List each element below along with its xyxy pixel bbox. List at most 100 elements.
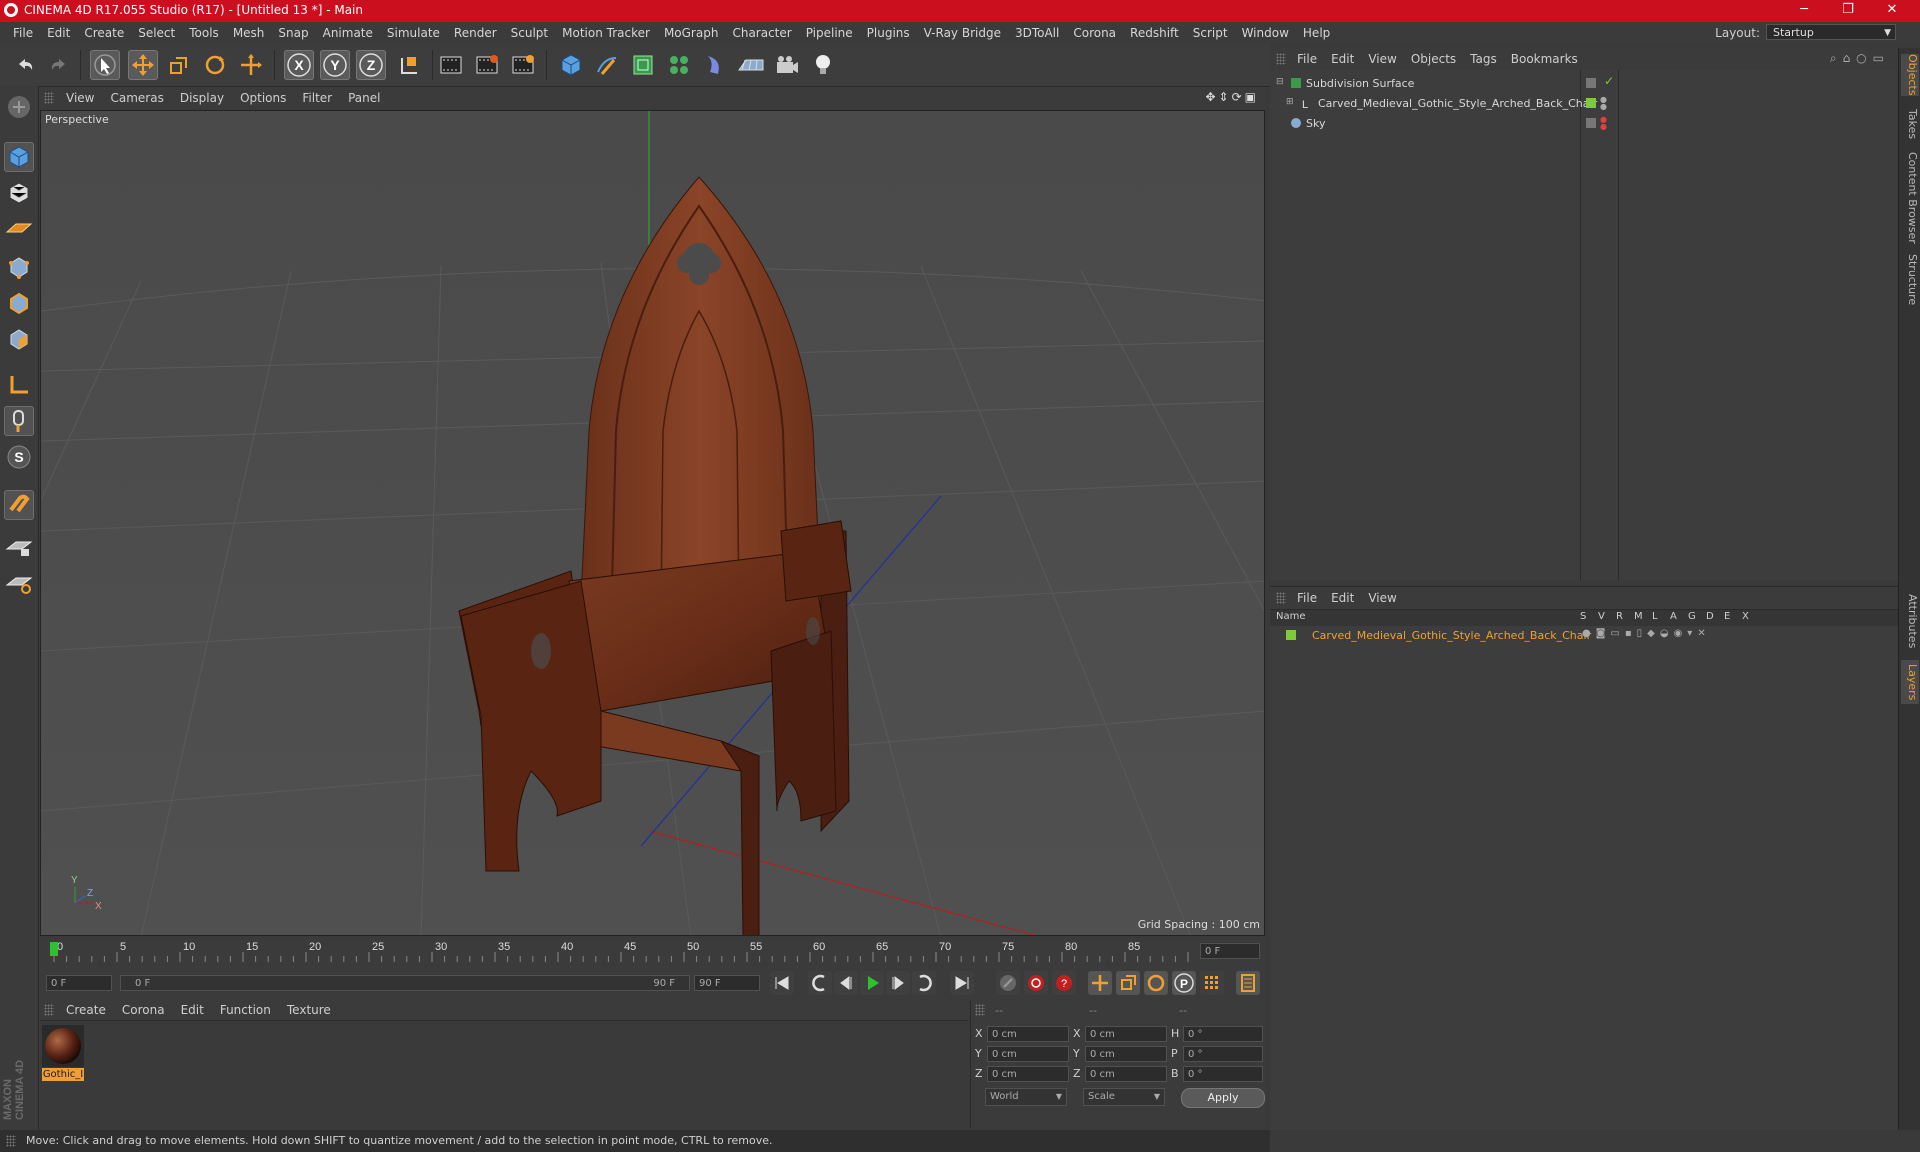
layer-menu-file[interactable]: File <box>1290 587 1324 609</box>
apply-button[interactable]: Apply <box>1181 1088 1265 1108</box>
rotation-p-field[interactable]: 0 ° <box>1183 1046 1263 1062</box>
size-mode-dropdown[interactable]: Scale ▼ <box>1083 1088 1165 1106</box>
light-icon[interactable] <box>808 50 838 80</box>
menu-file[interactable]: File <box>6 22 40 44</box>
edit-render-settings-icon[interactable] <box>508 50 538 80</box>
size-z-field[interactable]: 0 cm <box>1085 1066 1167 1082</box>
viewport-menu-cameras[interactable]: Cameras <box>102 88 171 108</box>
playhead-marker[interactable] <box>50 942 58 956</box>
timeline-ruler[interactable]: 051015202530354045505560657075808590 0 F <box>40 938 1265 964</box>
deformer-icon[interactable] <box>700 50 730 80</box>
floor-icon[interactable] <box>736 50 766 80</box>
x-axis-icon[interactable]: X <box>284 50 314 80</box>
record-keys-icon[interactable] <box>996 971 1020 995</box>
live-select-icon[interactable] <box>90 50 120 80</box>
position-z-field[interactable]: 0 cm <box>987 1066 1069 1082</box>
menu-script[interactable]: Script <box>1186 22 1235 44</box>
go-to-start-icon[interactable] <box>770 971 794 995</box>
previous-frame-icon[interactable] <box>834 971 858 995</box>
rotation-b-field[interactable]: 0 ° <box>1183 1066 1263 1082</box>
key-position-icon[interactable] <box>1088 971 1112 995</box>
expand-icon[interactable]: ⊞ <box>1286 97 1294 107</box>
size-x-field[interactable]: 0 cm <box>1085 1026 1167 1042</box>
menu-sculpt[interactable]: Sculpt <box>504 22 555 44</box>
key-pla-icon[interactable] <box>1200 971 1224 995</box>
viewport-menu-filter[interactable]: Filter <box>294 88 340 108</box>
menu-edit[interactable]: Edit <box>40 22 77 44</box>
previous-key-icon[interactable] <box>808 971 832 995</box>
menu-window[interactable]: Window <box>1235 22 1296 44</box>
object-menu-tags[interactable]: Tags <box>1463 48 1504 70</box>
render-picture-viewer-icon[interactable] <box>472 50 502 80</box>
key-parameter-icon[interactable]: P <box>1172 971 1196 995</box>
workplane-grid-icon[interactable] <box>4 568 34 598</box>
layer-menu-edit[interactable]: Edit <box>1324 587 1361 609</box>
object-row-chair[interactable]: ⊞ L Carved_Medieval_Gothic_Style_Arched_… <box>1270 94 1898 114</box>
menu-select[interactable]: Select <box>131 22 182 44</box>
subdivision-surface-icon[interactable] <box>628 50 658 80</box>
enabled-check-icon[interactable]: ✓ <box>1604 74 1614 88</box>
model-mode-icon[interactable] <box>4 142 34 172</box>
maximize-button[interactable]: ❐ <box>1826 0 1870 22</box>
polygons-mode-icon[interactable] <box>4 324 34 354</box>
menu-snap[interactable]: Snap <box>271 22 315 44</box>
solo-icon[interactable]: S <box>4 442 34 472</box>
layer-flag-icons[interactable]: ●◙▭▪▯◆◒◉▾✕ <box>1582 628 1711 639</box>
material-swatch[interactable]: Gothic_I <box>42 1025 84 1085</box>
z-axis-icon[interactable]: Z <box>356 50 386 80</box>
texture-mode-icon[interactable] <box>4 178 34 208</box>
size-y-field[interactable]: 0 cm <box>1085 1046 1167 1062</box>
snap-icon[interactable] <box>4 490 34 520</box>
frame-range-slider[interactable]: 0 F 90 F <box>120 975 690 991</box>
object-row-subdivision-surface[interactable]: ⊟ Subdivision Surface ✓ <box>1270 74 1898 94</box>
rotate-icon[interactable] <box>200 50 230 80</box>
menu-motion-tracker[interactable]: Motion Tracker <box>555 22 657 44</box>
current-frame-field[interactable]: 0 F <box>1200 943 1260 959</box>
viewport-menu-panel[interactable]: Panel <box>340 88 388 108</box>
minimize-button[interactable]: ─ <box>1782 0 1826 22</box>
menu-animate[interactable]: Animate <box>316 22 380 44</box>
undo-icon[interactable] <box>10 50 40 80</box>
lock-workplane-icon[interactable] <box>4 532 34 562</box>
close-button[interactable]: ✕ <box>1870 0 1914 22</box>
menu-create[interactable]: Create <box>77 22 131 44</box>
viewport-nav-icons[interactable]: ✥⇕⟳▣ <box>1205 90 1259 104</box>
points-mode-icon[interactable] <box>4 252 34 282</box>
play-icon[interactable] <box>860 971 884 995</box>
material-menu-texture[interactable]: Texture <box>279 1000 339 1020</box>
object-manager-nav-icons[interactable]: ⌕⌂○▭ <box>1830 51 1890 66</box>
scale-icon[interactable] <box>164 50 194 80</box>
viewport-menu-options[interactable]: Options <box>232 88 294 108</box>
menu-corona[interactable]: Corona <box>1066 22 1123 44</box>
object-menu-objects[interactable]: Objects <box>1404 48 1463 70</box>
menu-simulate[interactable]: Simulate <box>380 22 447 44</box>
rotation-h-field[interactable]: 0 ° <box>1183 1026 1263 1042</box>
layer-menu-view[interactable]: View <box>1361 587 1403 609</box>
camera-icon[interactable] <box>772 50 802 80</box>
pen-icon[interactable] <box>592 50 622 80</box>
autokeying-icon[interactable] <box>1024 971 1048 995</box>
menu-plugins[interactable]: Plugins <box>860 22 917 44</box>
tab-attributes[interactable]: Attributes <box>1901 588 1919 654</box>
tab-structure[interactable]: Structure <box>1901 252 1919 308</box>
transform-icon[interactable] <box>236 50 266 80</box>
menu-tools[interactable]: Tools <box>182 22 226 44</box>
tweak-mode-icon[interactable] <box>4 406 34 436</box>
tab-layers[interactable]: Layers <box>1901 660 1919 704</box>
material-menu-function[interactable]: Function <box>212 1000 279 1020</box>
menu-redshift[interactable]: Redshift <box>1123 22 1186 44</box>
coordinate-system-icon[interactable] <box>394 50 424 80</box>
object-menu-edit[interactable]: Edit <box>1324 48 1361 70</box>
go-to-end-icon[interactable] <box>950 971 974 995</box>
render-view-icon[interactable] <box>436 50 466 80</box>
collapse-icon[interactable]: ⊟ <box>1276 77 1284 87</box>
edges-mode-icon[interactable] <box>4 288 34 318</box>
visibility-dots-icon[interactable]: ● ● <box>1600 116 1607 131</box>
move-icon[interactable] <box>128 50 158 80</box>
object-menu-file[interactable]: File <box>1290 48 1324 70</box>
viewport-menu-display[interactable]: Display <box>172 88 232 108</box>
material-menu-create[interactable]: Create <box>58 1000 114 1020</box>
y-axis-icon[interactable]: Y <box>320 50 350 80</box>
menu-help[interactable]: Help <box>1296 22 1337 44</box>
keyframe-selection-icon[interactable]: ? <box>1052 971 1076 995</box>
